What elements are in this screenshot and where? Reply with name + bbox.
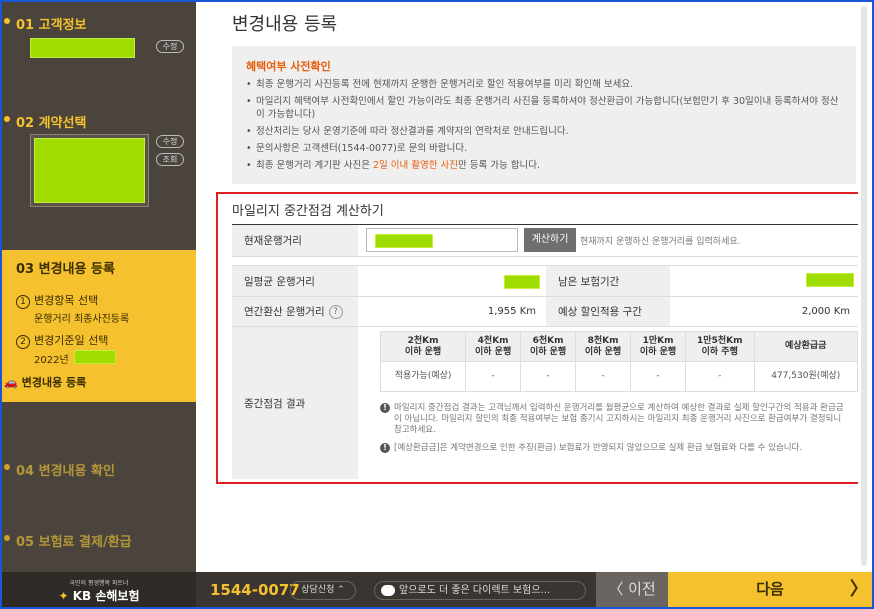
logo-text: KB 손해보험 [72,589,140,603]
step-3-active: 03 변경내용 등록 1 변경항목 선택 운행거리 최종사진등록 2 변경기준일 선… [2,250,196,402]
edit-contract-button[interactable]: 수정 [156,135,184,148]
notice-box: 혜택여부 사전확인 최종 운행거리 사진등록 전에 현재까지 운행한 운행거리로… [232,46,856,184]
step-2[interactable]: 02 계약선택 [4,112,87,131]
distance-masked [375,234,433,248]
calculator-title: 마일리지 중간점검 계산하기 [232,204,384,219]
notice-heading: 혜택여부 사전확인 [246,60,331,73]
step-5: 05 보험료 결제/환급 [4,531,132,550]
note-2: ! [예상환급금]은 계약변경으로 인한 추징(환급) 보험료가 반영되지 않았으… [380,443,850,454]
sidebar: 01 고객정보 수정 02 계약선택 수정 조회 03 변경내용 등록 1 변경항… [2,2,196,572]
col-header: 1만Km 이하 운행 [630,331,686,362]
substep-2-detail: 2022년 [34,355,69,366]
kb-logo: 국민의 평생행복 파트너 ✦ KB 손해보험 [2,572,196,607]
customer-info-masked [30,38,135,58]
substep-1[interactable]: 1 변경항목 선택 [16,292,98,309]
expected-range-value: 2,000 Km [801,306,850,317]
annual-distance-label: 연간환산 운행거리? [232,297,358,326]
substep-3[interactable]: 🚗 변경내용 등록 [4,374,98,390]
result-cell: - [465,361,522,392]
substep-2[interactable]: 2 변경기준일 선택 [16,332,108,349]
daily-distance-masked [504,275,540,289]
step-1[interactable]: 01 고객정보 [4,14,87,33]
remaining-period-masked [806,273,854,287]
result-cell: 477,530원(예상) [753,361,858,392]
result-cell: 적용가능(예상) [379,361,467,392]
car-icon: 🚗 [4,376,18,389]
result-cell: - [575,361,632,392]
scrollbar[interactable] [858,2,872,572]
col-header: 예상환급금 [753,331,858,362]
notice-list: 최종 운행거리 사진등록 전에 현재까지 운행한 운행거리로 할인 적용여부를 … [246,78,846,176]
chat-icon [381,585,395,596]
calculate-hint: 현재까지 운행하신 운행거리를 입력하세요. [580,237,741,247]
col-header: 2천Km 이하 운행 [379,331,467,362]
prev-button[interactable]: 〈 이전 [596,572,668,607]
annual-distance-row: 연간환산 운행거리? 1,955 Km 예상 할인적용 구간 2,000 Km [232,297,858,327]
contract-info-box [30,134,149,207]
bottom-bar: 국민의 평생행복 파트너 ✦ KB 손해보험 1544-0077 상담신청 ⌃ … [2,572,872,607]
result-label: 중간점검 결과 [232,327,358,479]
col-header: 1만5천Km 이하 주행 [685,331,755,362]
notice-item: 최종 운행거리 사진등록 전에 현재까지 운행한 운행거리로 할인 적용여부를 … [246,78,846,91]
phone-number: 1544-0077 [210,581,300,599]
current-distance-label: 현재운행거리 [232,225,358,256]
main-content: 변경내용 등록 혜택여부 사전확인 최종 운행거리 사진등록 전에 현재까지 운… [198,2,872,572]
consult-button[interactable]: 상담신청 ⌃ [290,581,356,600]
daily-distance-row: 일평균 운행거리 남은 보험기간 [232,265,858,297]
col-header: 8천Km 이하 운행 [575,331,632,362]
notice-item: 정산처리는 당사 운영기준에 따라 정산결과를 계약자의 연락처로 안내드립니다… [246,125,846,138]
notice-item: 최종 운행거리 계기판 사진은 2일 이내 촬영한 사진만 등록 가능 합니다. [246,159,846,172]
logo-tagline: 국민의 평생행복 파트너 [69,580,129,587]
chevron-right-icon: 〉 [850,579,868,600]
col-header: 4천Km 이하 운행 [465,331,522,362]
step-2-label: 02 계약선택 [16,116,87,131]
notice-item: 마일리지 혜택여부 사전확인에서 할인 가능이라도 최종 운행거리 사진을 등록… [246,95,846,121]
notice-item: 문의사항은 고객센터(1544-0077)로 문의 바랍니다. [246,142,846,155]
info-icon: ! [380,443,390,453]
date-masked [74,350,116,364]
result-row: 중간점검 결과 2천Km 이하 운행 4천Km 이하 운행 6천Km 이하 운행… [232,327,858,479]
annual-distance-value: 1,955 Km [487,306,536,317]
result-table: 2천Km 이하 운행 4천Km 이하 운행 6천Km 이하 운행 8천Km 이하… [379,331,858,392]
contract-info-masked [34,138,145,203]
page-title: 변경내용 등록 [232,14,338,35]
expected-range-label: 예상 할인적용 구간 [546,297,670,326]
chat-button[interactable]: 앞으로도 더 좋은 다이렉트 보험으... [374,581,586,600]
current-distance-input[interactable] [366,228,518,252]
logo-star-icon: ✦ [58,589,69,603]
chat-text: 앞으로도 더 좋은 다이렉트 보험으... [399,585,551,596]
note-1: ! 마일리지 중간점검 결과는 고객님께서 입력하신 운행거리를 월평균으로 계산… [380,403,850,436]
remaining-period-label: 남은 보험기간 [546,266,670,296]
help-icon[interactable]: ? [328,304,343,319]
scrollbar-thumb[interactable] [861,6,867,566]
calculator-table: 현재운행거리 계산하기 현재까지 운행하신 운행거리를 입력하세요. 일평균 운… [232,224,858,480]
step-4: 04 변경내용 확인 [4,460,115,479]
info-icon: ! [380,403,390,413]
view-contract-button[interactable]: 조회 [156,153,184,166]
daily-distance-label: 일평균 운행거리 [232,266,358,296]
edit-customer-button[interactable]: 수정 [156,40,184,53]
current-distance-row: 현재운행거리 계산하기 현재까지 운행하신 운행거리를 입력하세요. [232,225,858,257]
mileage-calculator: 마일리지 중간점검 계산하기 현재운행거리 계산하기 현재까지 운행하신 운행거… [216,192,868,484]
result-cell: - [630,361,686,392]
app-frame: 01 고객정보 수정 02 계약선택 수정 조회 03 변경내용 등록 1 변경항… [2,2,872,607]
next-button[interactable]: 다음 〉 [668,572,872,607]
calculate-button[interactable]: 계산하기 [524,228,576,252]
substep-1-detail: 운행거리 최종사진등록 [34,314,130,325]
step-3-label: 03 변경내용 등록 [16,262,115,277]
result-cell: - [685,361,755,392]
step-1-label: 01 고객정보 [16,18,87,33]
result-cell: - [520,361,577,392]
col-header: 6천Km 이하 운행 [520,331,577,362]
